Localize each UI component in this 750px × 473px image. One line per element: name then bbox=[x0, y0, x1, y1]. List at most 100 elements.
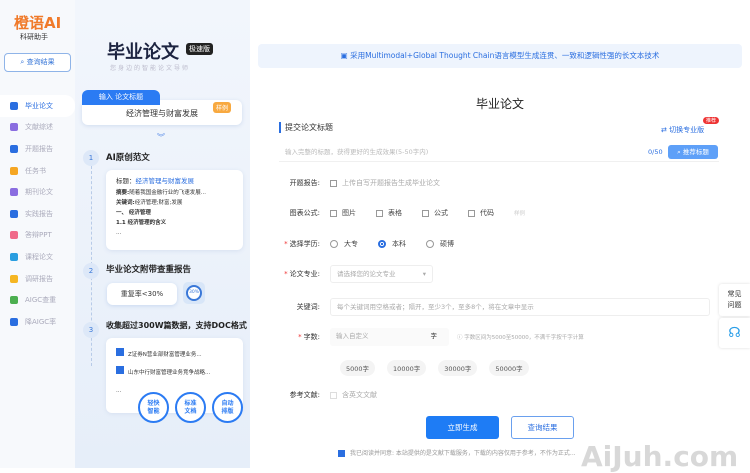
tech-banner: ▣ 采用Multimodal+Global Thought Chain语言模型生… bbox=[258, 44, 742, 68]
agreement-text: 我已阅读并同意: 本站提供的是文献下载服务，下载的内容仅用于参考，不作为正式..… bbox=[350, 450, 576, 457]
chart-option-label: 代码 bbox=[480, 209, 494, 217]
generate-button[interactable]: 立即生成 bbox=[426, 416, 499, 439]
step-3-number: 3 bbox=[83, 322, 99, 338]
chevron-down-icon: ︾ bbox=[157, 133, 165, 142]
nav-icon bbox=[10, 166, 18, 175]
nav-icon bbox=[10, 209, 18, 218]
sidebar-item[interactable]: 任务书 bbox=[0, 160, 75, 182]
nav-icon bbox=[10, 274, 18, 283]
word-count-chip[interactable]: 50000字 bbox=[489, 360, 529, 376]
chart-option-checkbox[interactable] bbox=[330, 209, 337, 217]
sidebar-item-label: 开题报告 bbox=[25, 144, 53, 153]
sidebar-item[interactable]: 开题报告 bbox=[0, 138, 75, 160]
sample-paper-card: 标题：经济管理与财富发展 摘要:随着我国金融行业的飞速发展... 关键词:经济管… bbox=[106, 170, 243, 250]
doc-item: Z证券N营业部财富管理业务... bbox=[116, 348, 233, 360]
promo-panel: 毕业论文 极速版 您身边的智能论文导师 经济管理与财富发展 输入 论文标题 样例… bbox=[75, 0, 250, 468]
sidebar-item-label: 降AIGC率 bbox=[25, 317, 57, 326]
banner-text: 采用Multimodal+Global Thought Chain语言模型生成连… bbox=[350, 51, 660, 60]
sidebar-item[interactable]: 文献综述 bbox=[0, 117, 75, 139]
sidebar-item-label: 期刊论文 bbox=[25, 188, 53, 197]
sidebar-item-label: 毕业论文 bbox=[25, 101, 53, 110]
nav-icon bbox=[10, 296, 18, 305]
query-button[interactable]: 查询结果 bbox=[511, 416, 574, 439]
sidebar-item[interactable]: 实践报告 bbox=[0, 203, 75, 225]
agree-checkbox[interactable] bbox=[338, 450, 345, 457]
words-input[interactable]: 输入自定义字 bbox=[330, 328, 449, 346]
nav-icon bbox=[10, 317, 18, 326]
words-label: 字数: bbox=[303, 333, 320, 341]
rate-ring-label: 30% bbox=[186, 285, 202, 301]
sidebar-item-label: 课程论文 bbox=[25, 252, 53, 261]
sidebar-item-label: 任务书 bbox=[25, 166, 46, 175]
step-2-number: 2 bbox=[83, 263, 99, 279]
ref-option: 含英文文献 bbox=[342, 391, 377, 399]
card-title: 经济管理与财富发展 bbox=[135, 177, 195, 185]
step-3-title: 收集超过300W篇数据，支持DOC格式 bbox=[106, 321, 247, 330]
card-title-label: 标题： bbox=[116, 177, 136, 185]
sidebar-item[interactable]: 期刊论文 bbox=[0, 181, 75, 203]
keywords: 经济管理;财富;发展 bbox=[134, 200, 183, 206]
keywords-label: 关键词: bbox=[296, 303, 320, 311]
faq-button[interactable]: 常见问题 bbox=[719, 284, 750, 316]
proposal-checkbox[interactable] bbox=[330, 179, 337, 187]
degree-radio[interactable] bbox=[378, 240, 386, 248]
degree-radio[interactable] bbox=[426, 240, 434, 248]
promo-title: 毕业论文 bbox=[107, 42, 179, 63]
input-tab: 输入 论文标题 bbox=[82, 90, 160, 105]
rate-ring: 30% bbox=[183, 282, 205, 304]
query-results-button[interactable]: ⌕ 查询结果 bbox=[4, 53, 71, 72]
step-1-title: AI原创范文 bbox=[106, 153, 150, 163]
major-select[interactable]: 请选择您的论文专业 ▾ bbox=[330, 265, 433, 283]
word-count-chip[interactable]: 10000字 bbox=[387, 360, 427, 376]
sidebar-item[interactable]: 答辩PPT bbox=[0, 225, 75, 247]
model-icon: ▣ bbox=[340, 51, 351, 60]
abstract-label: 摘要: bbox=[116, 190, 130, 196]
sidebar-item-label: 调研报告 bbox=[25, 274, 53, 283]
nav-icon bbox=[10, 123, 18, 132]
heading-2: 1.1 经济管理的含义 bbox=[116, 220, 167, 226]
sidebar-item[interactable]: 降AIGC率 bbox=[0, 311, 75, 333]
chart-option-checkbox[interactable] bbox=[376, 209, 383, 217]
chart-option-checkbox[interactable] bbox=[468, 209, 475, 217]
word-count-chip[interactable]: 30000字 bbox=[438, 360, 478, 376]
ref-checkbox[interactable] bbox=[330, 391, 337, 399]
step-2-title: 毕业论文附带查重报告 bbox=[106, 265, 192, 275]
chart-option-label: 表格 bbox=[388, 209, 402, 217]
recommend-title-button[interactable]: ⌕ 推荐标题 bbox=[668, 145, 718, 159]
version-badge: 极速版 bbox=[186, 43, 213, 55]
proposal-option: 上传自写开题报告生成毕业论文 bbox=[342, 179, 440, 187]
char-count: 0/50 bbox=[648, 148, 663, 156]
sidebar-item-label: 文献综述 bbox=[25, 123, 53, 132]
keywords-input[interactable]: 每个关键词用空格或者；隔开，至少3个，至多8个，将在文章中显示 bbox=[330, 298, 710, 316]
feature-fast: 轻快 智能 bbox=[138, 392, 169, 423]
nav-icon bbox=[10, 231, 18, 240]
watermark: AiJuh.com bbox=[581, 440, 739, 473]
feature-standard: 标准 文档 bbox=[175, 392, 206, 423]
section-title: 提交论文标题 bbox=[279, 122, 333, 133]
sidebar-item[interactable]: 课程论文 bbox=[0, 246, 75, 268]
switch-pro-button[interactable]: ⇄ 切换专业版 bbox=[661, 125, 704, 135]
word-count-chip[interactable]: 5000字 bbox=[340, 360, 376, 376]
chart-option-checkbox[interactable] bbox=[422, 209, 429, 217]
customer-service-icon[interactable]: ☊ bbox=[719, 318, 750, 348]
sidebar-nav: 毕业论文文献综述开题报告任务书期刊论文实践报告答辩PPT 课程论文调研报告 AIGC… bbox=[0, 95, 75, 333]
degree-radio[interactable] bbox=[330, 240, 338, 248]
sidebar-item-label: 实践报告 bbox=[25, 209, 53, 218]
sidebar-item[interactable]: 调研报告 bbox=[0, 268, 75, 290]
doc-icon bbox=[116, 348, 124, 356]
charts-example-link[interactable]: 样例 bbox=[514, 209, 525, 217]
ellipsis: ... bbox=[116, 230, 122, 236]
degree-label: 选择学历: bbox=[289, 240, 320, 248]
ellipsis: ... bbox=[116, 388, 122, 394]
recommend-badge: 推荐 bbox=[703, 117, 720, 124]
degree-option-label: 本科 bbox=[392, 240, 406, 248]
ref-label: 参考文献: bbox=[289, 391, 320, 399]
recommend-label: 推荐标题 bbox=[682, 148, 709, 156]
degree-option-label: 硕博 bbox=[440, 240, 454, 248]
chart-option-label: 图片 bbox=[342, 209, 356, 217]
doc-name: Z证券N营业部财富管理业务... bbox=[128, 352, 202, 358]
sidebar-item[interactable]: AIGC查重 bbox=[0, 289, 75, 311]
sidebar-item[interactable]: 毕业论文 bbox=[0, 95, 75, 117]
proposal-label: 开题报告: bbox=[289, 179, 320, 187]
main-form: ▣ 采用Multimodal+Global Thought Chain语言模型生… bbox=[250, 0, 750, 473]
